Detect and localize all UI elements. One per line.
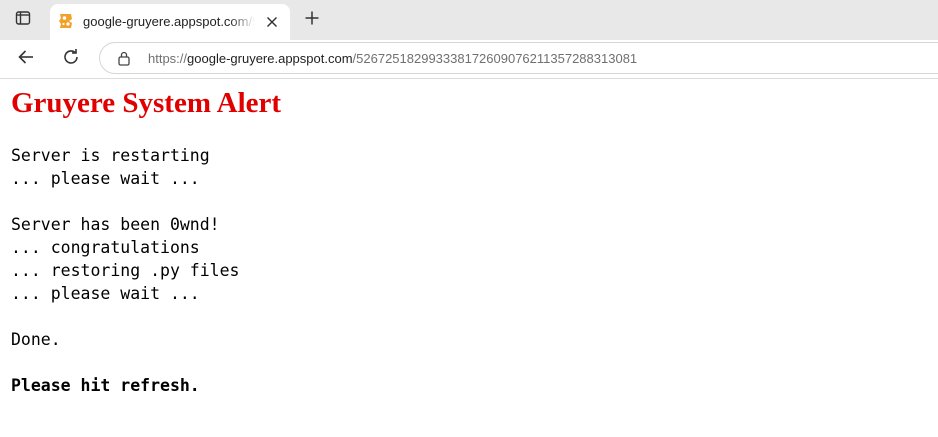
- message-line: Server is restarting: [11, 146, 210, 165]
- tab-active[interactable]: google-gruyere.appspot.com/526: [50, 4, 290, 40]
- page-title: Gruyere System Alert: [11, 87, 282, 119]
- back-button[interactable]: [11, 44, 41, 74]
- message-line: ... restoring .py files: [11, 261, 240, 280]
- url-scheme: https://: [148, 51, 188, 66]
- address-bar[interactable]: https://google-gruyere.appspot.com/52672…: [99, 42, 938, 74]
- url-text: https://google-gruyere.appspot.com/52672…: [148, 51, 637, 66]
- tab-actions-button[interactable]: [8, 6, 38, 34]
- new-tab-button[interactable]: [298, 6, 326, 34]
- message-line: Server has been 0wnd!: [11, 215, 220, 234]
- reload-button[interactable]: [56, 44, 86, 74]
- back-arrow-icon: [17, 48, 35, 71]
- tab-strip: google-gruyere.appspot.com/526: [0, 0, 938, 40]
- close-icon[interactable]: [263, 13, 281, 31]
- url-path: /526725182993338172609076211357288313081: [352, 51, 638, 66]
- gruyere-cheese-favicon: [57, 12, 75, 30]
- message-line: ... please wait ...: [11, 169, 200, 188]
- browser-window: google-gruyere.appspot.com/526 https://g…: [0, 0, 938, 437]
- tab-actions-icon: [15, 10, 31, 31]
- tab-title: google-gruyere.appspot.com/526: [83, 14, 255, 29]
- plus-icon: [304, 10, 320, 31]
- reload-icon: [62, 48, 80, 71]
- toolbar: https://google-gruyere.appspot.com/52672…: [0, 40, 938, 78]
- message-line: ... please wait ...: [11, 284, 200, 303]
- page-content: Gruyere System Alert Server is restartin…: [0, 78, 938, 437]
- refresh-instruction: Please hit refresh.: [11, 376, 200, 395]
- message-line: ... congratulations: [11, 238, 200, 257]
- content-divider: [0, 78, 938, 79]
- done-message: Done.: [11, 330, 61, 349]
- url-host: google-gruyere.appspot.com: [187, 51, 353, 66]
- site-info-icon[interactable]: [116, 50, 132, 66]
